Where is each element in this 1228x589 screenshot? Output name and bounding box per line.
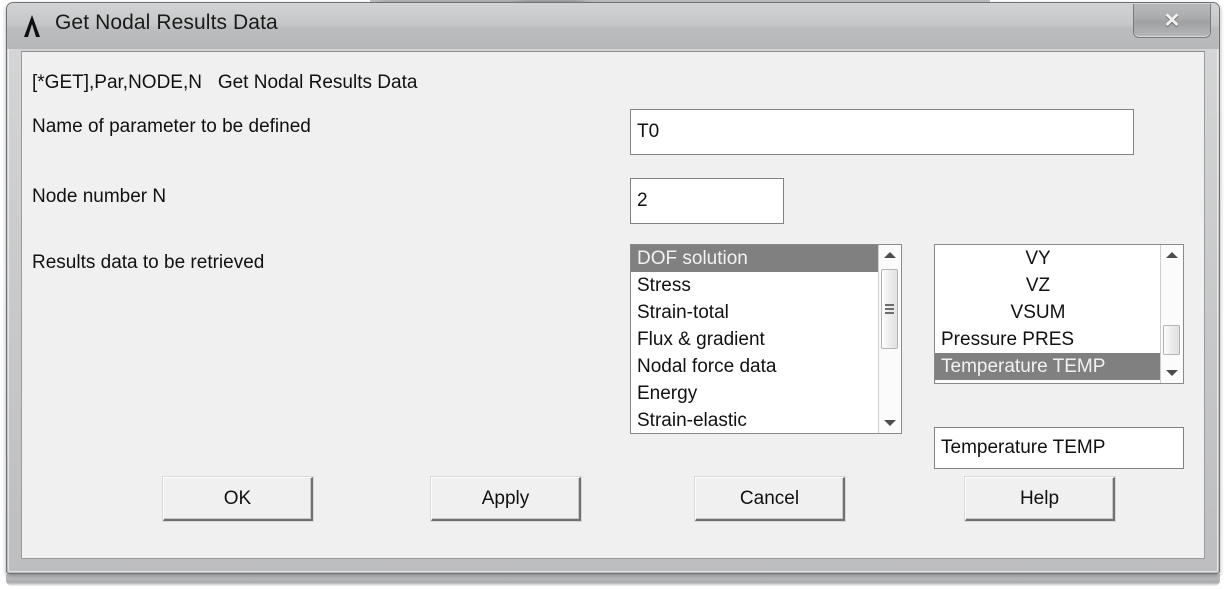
scrollbar-thumb[interactable]	[1163, 325, 1180, 355]
results-category-scrollbar[interactable]	[878, 245, 901, 433]
results-component-scrollbar[interactable]	[1160, 245, 1183, 383]
list-item[interactable]: Flux & gradient	[631, 326, 879, 353]
dialog-window: Get Nodal Results Data ✕ [*GET],Par,NODE…	[6, 2, 1220, 574]
scrollbar-thumb[interactable]	[881, 269, 898, 349]
label-parameter-name: Name of parameter to be defined	[32, 116, 311, 137]
list-item[interactable]: DOF solution	[631, 245, 879, 272]
ok-button[interactable]: OK	[163, 477, 313, 521]
results-category-listbox[interactable]: DOF solution Stress Strain-total Flux & gra…	[630, 244, 902, 434]
list-item[interactable]: Temperature TEMP	[935, 353, 1161, 380]
close-icon: ✕	[1163, 9, 1181, 32]
dialog-body: [*GET],Par,NODE,N Get Nodal Results Data…	[21, 51, 1205, 559]
chevron-down-icon	[884, 420, 896, 426]
node-number-input[interactable]	[630, 178, 784, 224]
scroll-up-icon[interactable]	[1161, 245, 1183, 265]
list-item[interactable]: VZ	[935, 272, 1161, 299]
list-item[interactable]: Strain-total	[631, 299, 879, 326]
window-title: Get Nodal Results Data	[55, 11, 278, 34]
list-item[interactable]: Nodal force data	[631, 353, 879, 380]
scroll-down-icon[interactable]	[1161, 363, 1183, 383]
label-results-data: Results data to be retrieved	[32, 252, 265, 273]
list-item[interactable]: VSUM	[935, 299, 1161, 326]
apply-button[interactable]: Apply	[431, 477, 581, 521]
command-header: [*GET],Par,NODE,N Get Nodal Results Data	[32, 72, 418, 93]
chevron-down-icon	[1166, 370, 1178, 376]
list-item[interactable]: Stress	[631, 272, 879, 299]
label-node-number: Node number N	[32, 186, 167, 207]
list-item[interactable]: Energy	[631, 380, 879, 407]
results-category-items: DOF solution Stress Strain-total Flux & gra…	[631, 245, 879, 433]
scroll-down-icon[interactable]	[879, 413, 901, 433]
scroll-up-icon[interactable]	[879, 245, 901, 265]
screen: Get Nodal Results Data ✕ [*GET],Par,NODE…	[0, 0, 1228, 589]
close-button[interactable]: ✕	[1133, 4, 1211, 38]
list-item[interactable]: VY	[935, 245, 1161, 272]
help-button[interactable]: Help	[965, 477, 1115, 521]
cancel-button[interactable]: Cancel	[695, 477, 845, 521]
title-bar[interactable]: Get Nodal Results Data ✕	[7, 3, 1219, 49]
scrollbar-grip-icon	[885, 302, 894, 316]
window-bottom-edge	[6, 574, 1220, 586]
results-component-items: VY VZ VSUM Pressure PRES Temperature TEMP	[935, 245, 1161, 383]
chevron-up-icon	[1166, 252, 1178, 258]
results-component-listbox[interactable]: VY VZ VSUM Pressure PRES Temperature TEMP	[934, 244, 1184, 384]
ansys-lambda-icon	[15, 9, 49, 43]
chevron-up-icon	[884, 252, 896, 258]
selected-result-input[interactable]	[934, 427, 1184, 469]
parameter-name-input[interactable]	[630, 109, 1134, 155]
list-item[interactable]: Pressure PRES	[935, 326, 1161, 353]
list-item[interactable]: Strain-elastic	[631, 407, 879, 433]
